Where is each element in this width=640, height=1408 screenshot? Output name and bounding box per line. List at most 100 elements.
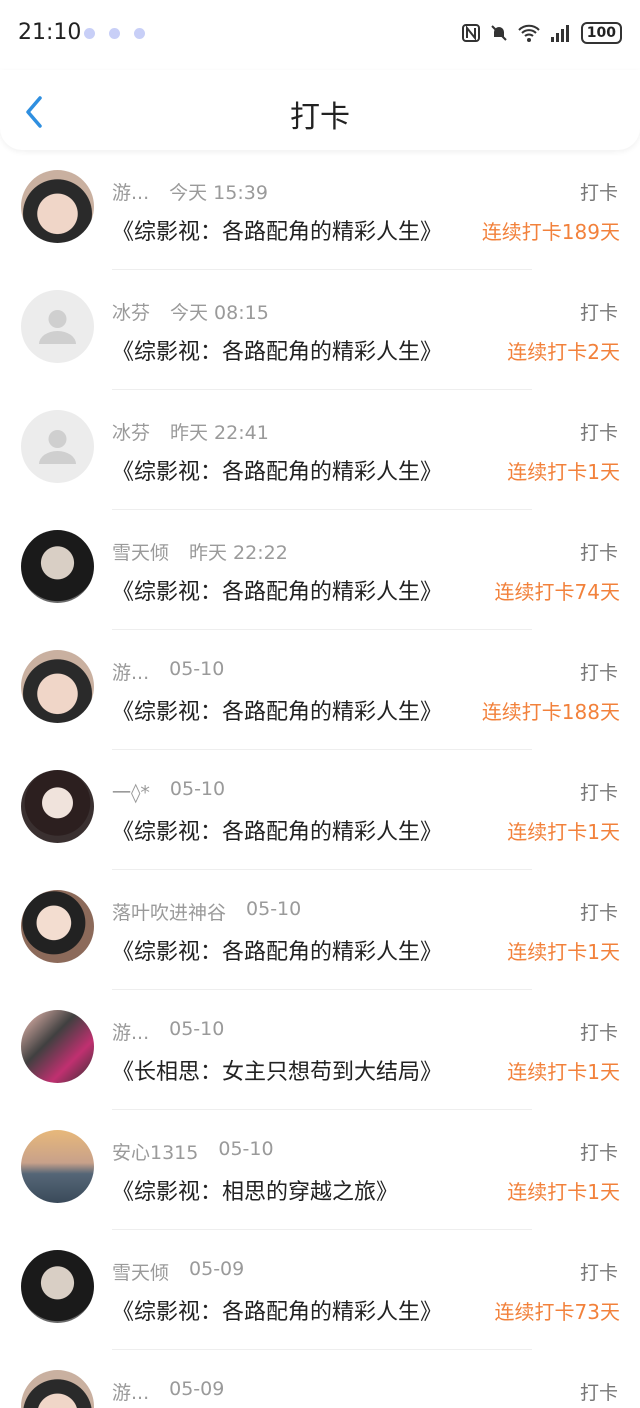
user-name[interactable]: 落叶吹进神谷 xyxy=(112,898,226,925)
default-user-icon xyxy=(39,430,76,464)
checkin-label: 打卡 xyxy=(579,902,618,924)
user-name[interactable]: 游... xyxy=(112,1378,149,1405)
book-title[interactable]: 《综影视：各路配角的精彩人生》 xyxy=(112,1294,442,1326)
streak-count: 连续打卡1天 xyxy=(507,1060,620,1084)
timestamp: 昨天 22:22 xyxy=(189,542,288,564)
meta-line: 雪天倾 05-09 xyxy=(112,1258,244,1285)
avatar[interactable] xyxy=(21,890,94,963)
notification-dots xyxy=(84,28,145,39)
list-item[interactable]: 冰芬 昨天 22:41 《综影视：各路配角的精彩人生》 打卡连续打卡1天 xyxy=(0,390,640,510)
user-name[interactable]: 冰芬 xyxy=(112,298,150,325)
list-item[interactable]: 安心1315 05-10 《综影视：相思的穿越之旅》 打卡连续打卡1天 xyxy=(0,1110,640,1230)
user-name[interactable]: 游... xyxy=(112,1018,149,1045)
checkin-label: 打卡 xyxy=(579,1262,618,1284)
wifi-icon xyxy=(518,24,540,42)
avatar[interactable] xyxy=(21,1250,94,1323)
avatar[interactable] xyxy=(21,170,94,243)
avatar[interactable] xyxy=(21,290,94,363)
book-title[interactable]: 《长相思：女主只想苟到大结局》 xyxy=(112,1054,442,1086)
timestamp: 05-09 xyxy=(189,1258,245,1280)
checkin-label: 打卡 xyxy=(579,302,618,324)
header: 打卡 xyxy=(0,70,640,150)
book-title[interactable]: 《综影视：各路配角的精彩人生》 xyxy=(112,814,442,846)
meta-line: 落叶吹进神谷 05-10 xyxy=(112,898,301,925)
meta-line: 游... 05-10 xyxy=(112,1018,224,1045)
avatar[interactable] xyxy=(21,410,94,483)
book-title[interactable]: 《综影视：相思的穿越之旅》 xyxy=(112,1174,398,1206)
avatar[interactable] xyxy=(21,1370,94,1408)
checkin-label: 打卡 xyxy=(579,1142,618,1164)
timestamp: 05-10 xyxy=(169,658,225,680)
nfc-icon xyxy=(461,24,480,42)
meta-line: 安心1315 05-10 xyxy=(112,1138,274,1165)
meta-line: 游... 今天 15:39 xyxy=(112,178,268,205)
user-name[interactable]: 雪天倾 xyxy=(112,1258,169,1285)
timestamp: 05-10 xyxy=(169,1018,225,1040)
list-item[interactable]: 雪天倾 05-09 《综影视：各路配角的精彩人生》 打卡连续打卡73天 xyxy=(0,1230,640,1350)
avatar[interactable] xyxy=(21,770,94,843)
streak-count: 连续打卡1天 xyxy=(507,460,620,484)
book-title[interactable]: 《综影视：各路配角的精彩人生》 xyxy=(112,934,442,966)
mute-bell-icon xyxy=(491,25,507,41)
streak-count: 连续打卡2天 xyxy=(507,340,620,364)
list-item[interactable]: 游... 05-09 打卡 xyxy=(0,1350,640,1408)
checkin-label: 打卡 xyxy=(579,1382,618,1404)
streak-count: 连续打卡74天 xyxy=(494,580,620,604)
checkin-label: 打卡 xyxy=(579,182,618,204)
meta-line: 游... 05-09 xyxy=(112,1378,224,1405)
timestamp: 05-10 xyxy=(246,898,302,920)
meta-line: 一◊* 05-10 xyxy=(112,778,225,805)
signal-icon xyxy=(550,25,569,42)
book-title[interactable]: 《综影视：各路配角的精彩人生》 xyxy=(112,334,442,366)
user-name[interactable]: 雪天倾 xyxy=(112,538,169,565)
avatar[interactable] xyxy=(21,650,94,723)
timestamp: 05-09 xyxy=(169,1378,225,1400)
status-time: 21:10 xyxy=(18,20,82,45)
user-name[interactable]: 冰芬 xyxy=(112,418,150,445)
meta-line: 游... 05-10 xyxy=(112,658,224,685)
list-item[interactable]: 游... 05-10 《长相思：女主只想苟到大结局》 打卡连续打卡1天 xyxy=(0,990,640,1110)
book-title[interactable]: 《综影视：各路配角的精彩人生》 xyxy=(112,214,442,246)
checkin-list[interactable]: 游... 今天 15:39 《综影视：各路配角的精彩人生》 打卡 连续打卡189天 冰芬今… xyxy=(0,150,640,1408)
list-item[interactable]: 冰芬 今天 08:15 《综影视：各路配角的精彩人生》 打卡连续打卡2天 xyxy=(0,270,640,390)
streak-count: 连续打卡73天 xyxy=(494,1300,620,1324)
streak-count: 连续打卡1天 xyxy=(507,1180,620,1204)
user-name[interactable]: 一◊* xyxy=(112,778,150,805)
avatar[interactable] xyxy=(21,1130,94,1203)
avatar[interactable] xyxy=(21,1010,94,1083)
default-user-icon xyxy=(39,310,76,344)
status-icons: 100 xyxy=(461,22,622,44)
list-item[interactable]: 游... 05-10 《综影视：各路配角的精彩人生》 打卡连续打卡188天 xyxy=(0,630,640,750)
checkin-label: 打卡 xyxy=(579,422,618,444)
list-item[interactable]: 雪天倾 昨天 22:22 《综影视：各路配角的精彩人生》 打卡连续打卡74天 xyxy=(0,510,640,630)
book-title[interactable]: 《综影视：各路配角的精彩人生》 xyxy=(112,454,442,486)
user-name[interactable]: 游... xyxy=(112,178,149,205)
page-title: 打卡 xyxy=(290,100,350,135)
user-name[interactable]: 游... xyxy=(112,658,149,685)
streak-count: 连续打卡1天 xyxy=(507,820,620,844)
list-item[interactable]: 一◊* 05-10 《综影视：各路配角的精彩人生》 打卡连续打卡1天 xyxy=(0,750,640,870)
checkin-label: 打卡 xyxy=(579,1022,618,1044)
list-item[interactable]: 落叶吹进神谷 05-10 《综影视：各路配角的精彩人生》 打卡连续打卡1天 xyxy=(0,870,640,990)
checkin-label: 打卡 xyxy=(579,662,618,684)
streak-count: 连续打卡189天 xyxy=(481,220,620,244)
list-item[interactable]: 游... 今天 15:39 《综影视：各路配角的精彩人生》 打卡连续打卡189天 xyxy=(0,150,640,270)
book-title[interactable]: 《综影视：各路配角的精彩人生》 xyxy=(112,694,442,726)
status-bar: 21:10 100 xyxy=(0,0,640,70)
avatar[interactable] xyxy=(21,530,94,603)
timestamp: 今天 15:39 xyxy=(169,182,268,204)
meta-line: 冰芬 昨天 22:41 xyxy=(112,418,269,445)
meta-line: 冰芬 今天 08:15 xyxy=(112,298,269,325)
streak-count: 连续打卡188天 xyxy=(481,700,620,724)
meta-line: 雪天倾 昨天 22:22 xyxy=(112,538,288,565)
timestamp: 昨天 22:41 xyxy=(170,422,269,444)
user-name[interactable]: 安心1315 xyxy=(112,1138,198,1165)
book-title[interactable]: 《综影视：各路配角的精彩人生》 xyxy=(112,574,442,606)
checkin-label: 打卡 xyxy=(579,542,618,564)
battery-indicator: 100 xyxy=(580,22,622,44)
checkin-label: 打卡 xyxy=(579,782,618,804)
timestamp: 05-10 xyxy=(218,1138,274,1160)
streak-count: 连续打卡1天 xyxy=(507,940,620,964)
timestamp: 05-10 xyxy=(169,778,226,800)
timestamp: 今天 08:15 xyxy=(170,302,269,324)
